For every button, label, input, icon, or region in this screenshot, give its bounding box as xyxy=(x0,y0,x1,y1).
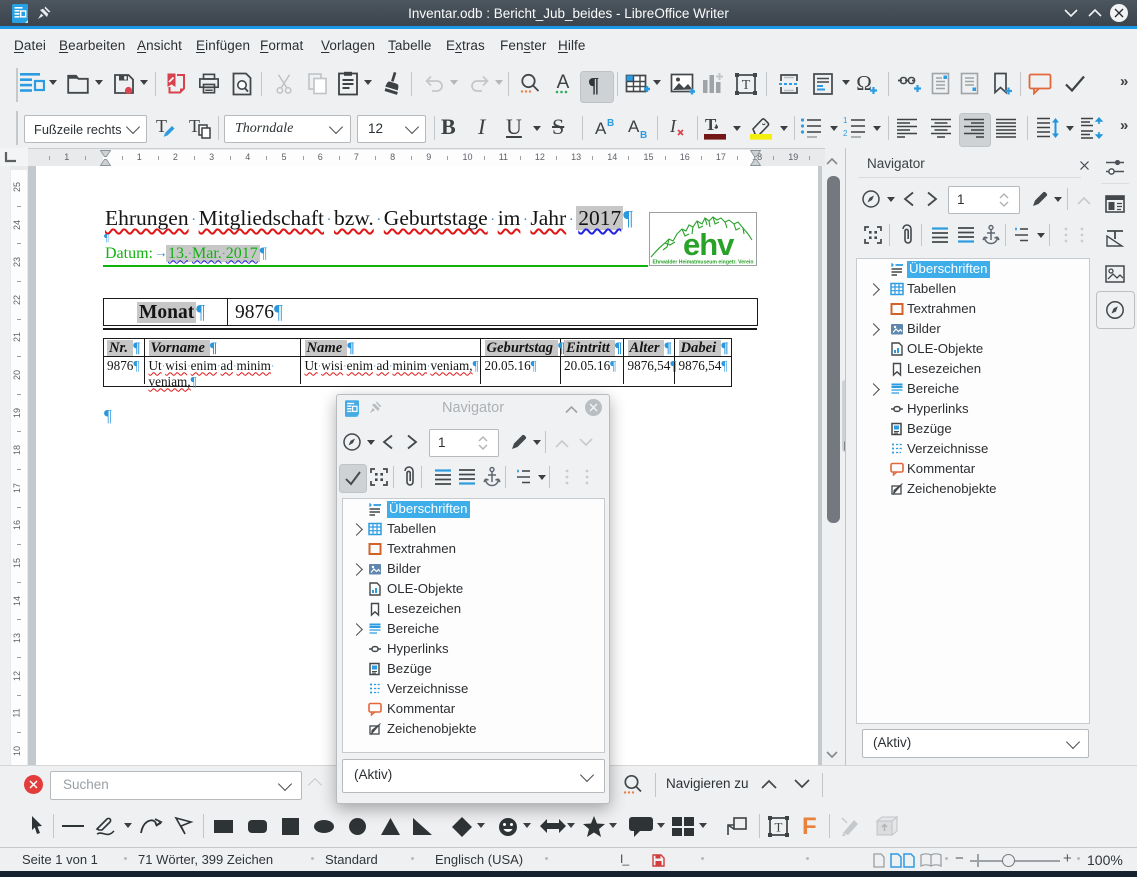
svg-text:Ehrwalder Heimatmuseum eingetr: Ehrwalder Heimatmuseum eingetr. Verein xyxy=(653,260,754,266)
svg-text:ehv: ehv xyxy=(683,227,735,262)
svg-text:1: 1 xyxy=(843,116,848,125)
svg-text:F: F xyxy=(802,815,817,837)
svg-text:A: A xyxy=(595,119,607,138)
svg-text:I: I xyxy=(669,116,677,136)
svg-text:B: B xyxy=(607,118,614,129)
svg-text:Ω: Ω xyxy=(856,72,872,95)
svg-text:T: T xyxy=(705,115,717,134)
svg-text:A: A xyxy=(628,117,640,136)
svg-text:T: T xyxy=(775,820,783,835)
svg-text:A: A xyxy=(557,72,570,93)
svg-text:B: B xyxy=(640,130,647,140)
svg-text:T: T xyxy=(742,78,751,93)
svg-text:2: 2 xyxy=(843,129,848,138)
